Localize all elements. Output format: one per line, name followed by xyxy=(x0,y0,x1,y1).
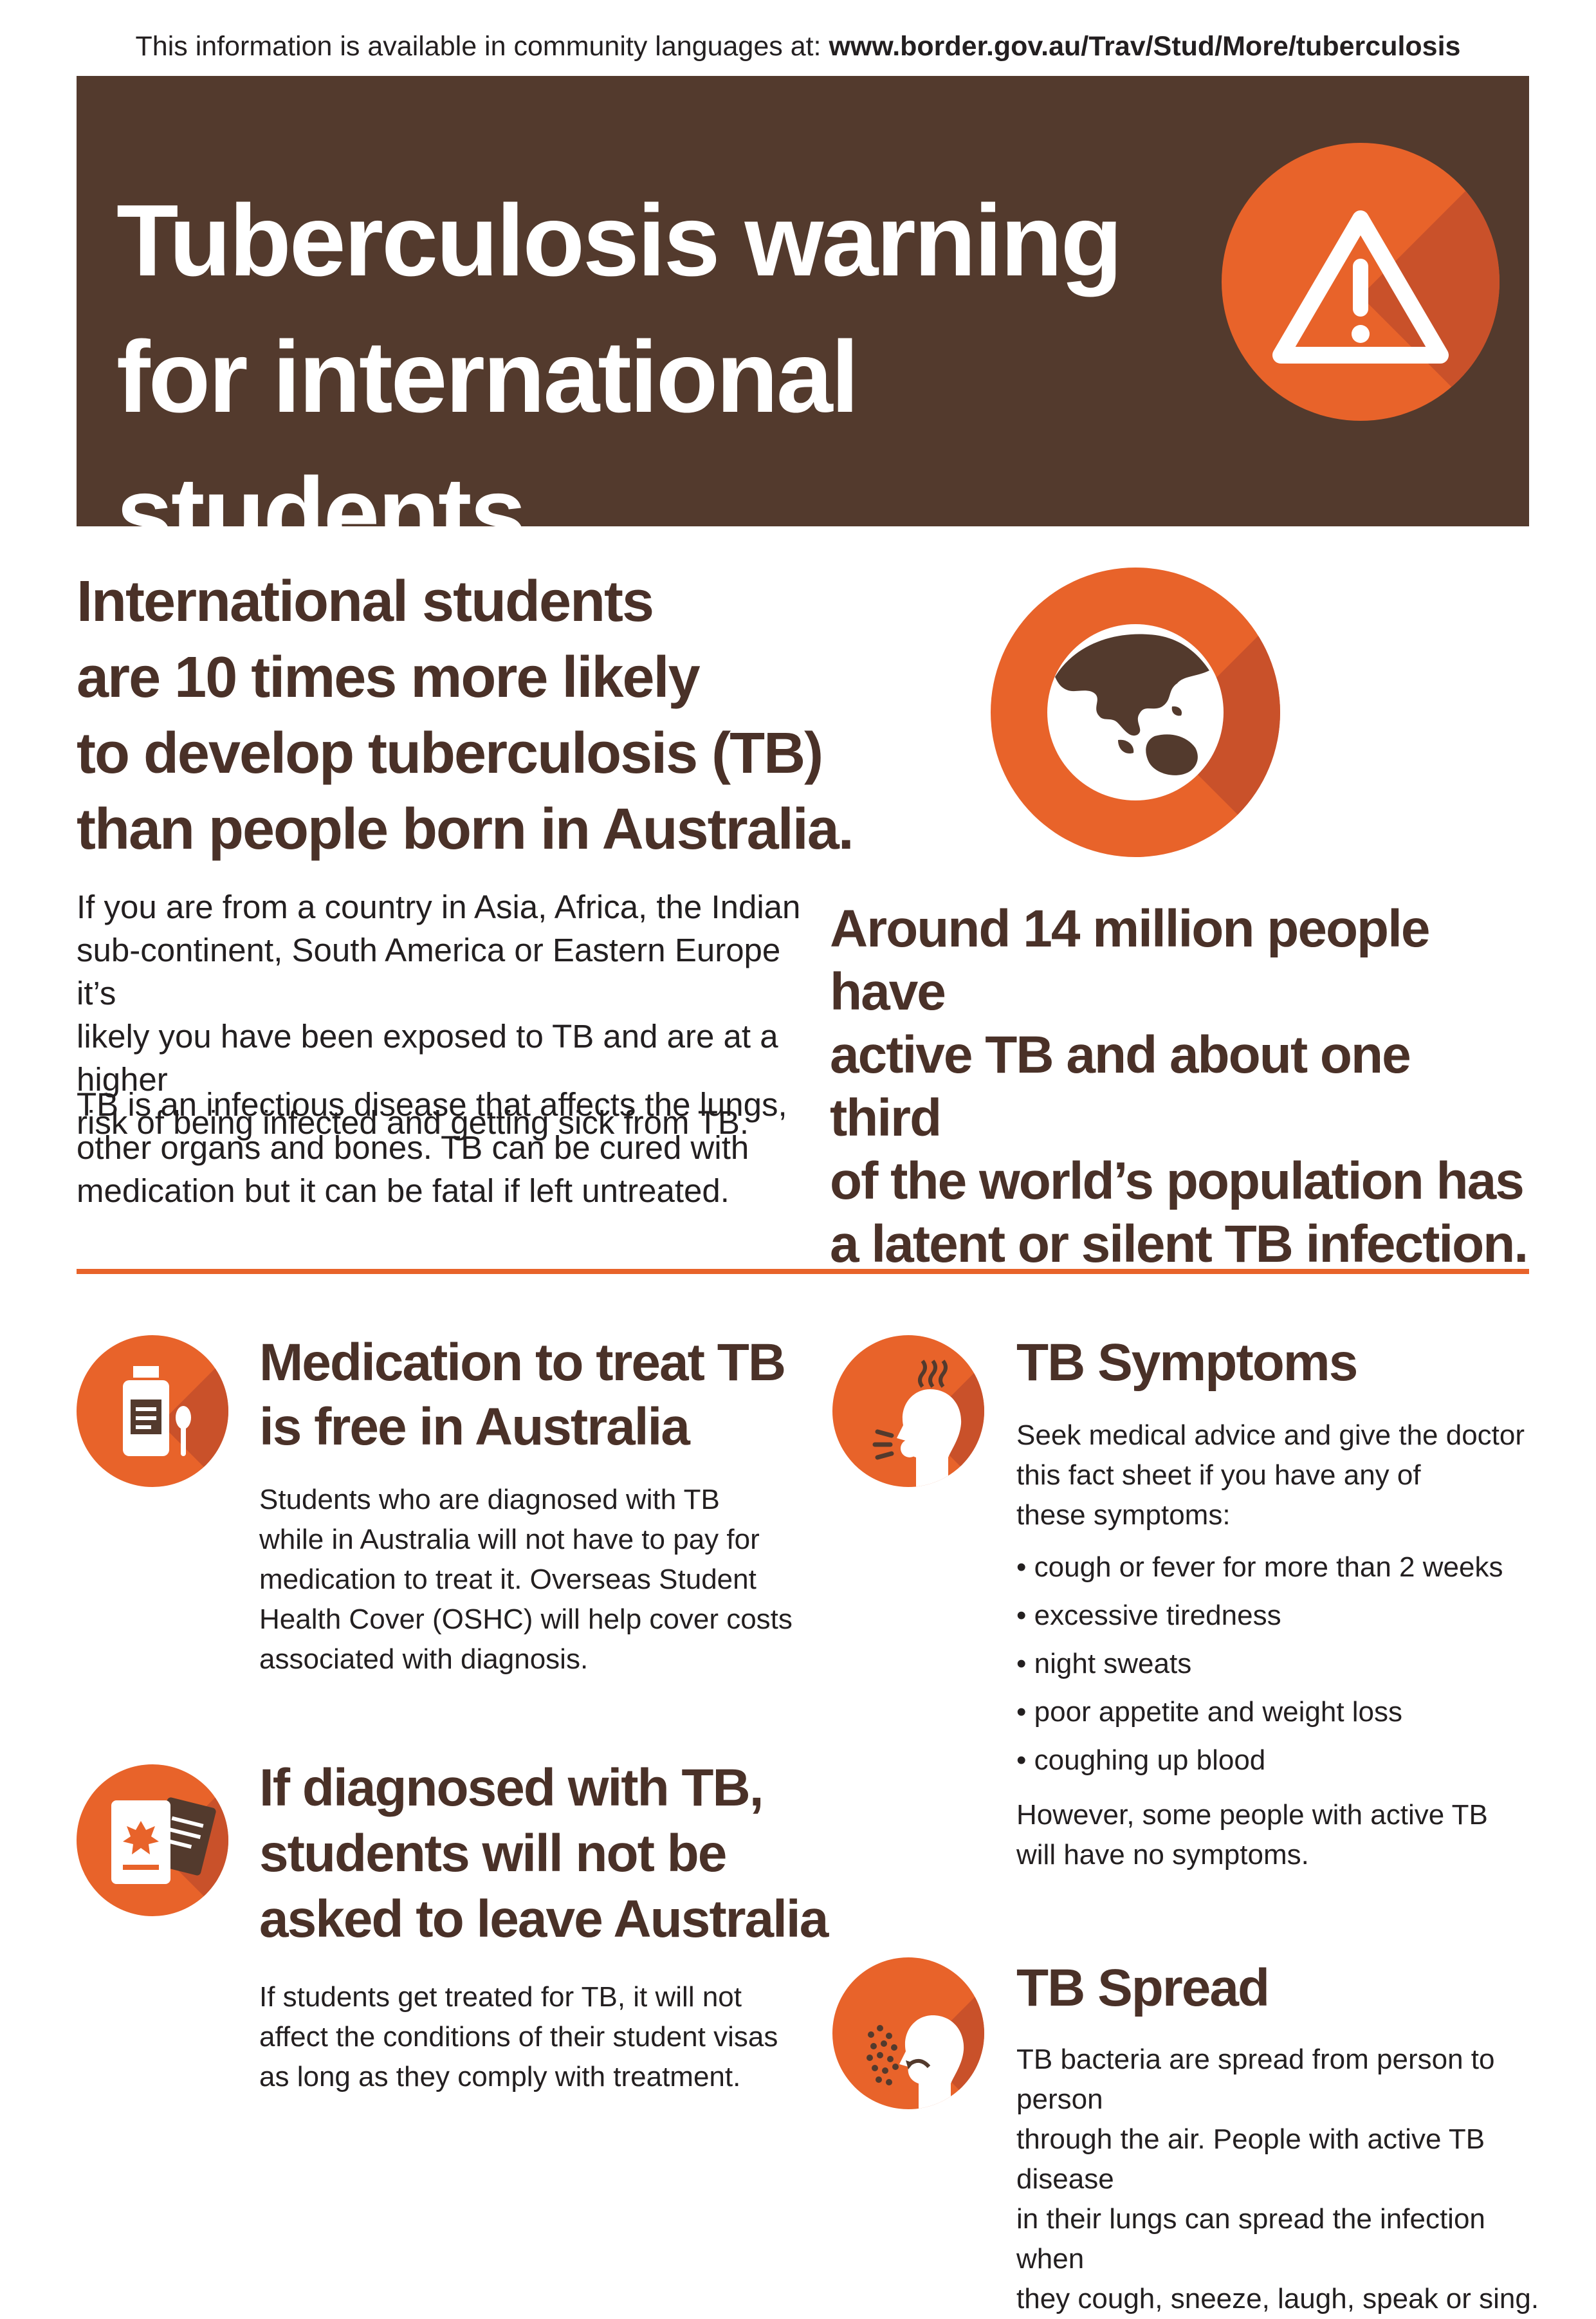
list-item: • night sweats xyxy=(1016,1648,1192,1679)
diagnosed-title-line: If diagnosed with TB, xyxy=(259,1759,764,1817)
symptoms-intro: Seek medical advice and give the doctor … xyxy=(1016,1416,1531,1535)
globe-icon xyxy=(991,568,1280,857)
warning-triangle-icon xyxy=(1222,143,1500,421)
page-title-line-2: for international students xyxy=(116,320,859,570)
intro-headline-line: International students xyxy=(77,569,654,634)
text-line: sub-continent, South America or Eastern … xyxy=(77,932,781,1012)
text-line: TB is an infectious disease that affects… xyxy=(77,1086,787,1123)
text-line: they cough, sneeze, laugh, speak or sing… xyxy=(1016,2283,1539,2314)
title-banner: Tuberculosis warning for international s… xyxy=(77,76,1529,570)
top-note: This information is available in communi… xyxy=(0,31,1596,62)
text-line: If you are from a country in Asia, Afric… xyxy=(77,889,801,925)
text-line: TB bacteria are spread from person to pe… xyxy=(1016,2044,1495,2115)
world-statement-line: active TB and about one third xyxy=(830,1026,1411,1147)
intro-headline-line: are 10 times more likely xyxy=(77,645,701,710)
section-divider xyxy=(77,1269,1529,1274)
list-item: • cough or fever for more than 2 weeks xyxy=(1016,1551,1503,1583)
text-line: in their lungs can spread the infection … xyxy=(1016,2203,1485,2275)
world-statement: Around 14 million people have active TB … xyxy=(830,898,1531,1276)
text-line: other organs and bones. TB can be cured … xyxy=(77,1129,749,1166)
text-line: Health Cover (OSHC) will help cover cost… xyxy=(259,1603,793,1635)
text-line: Seek medical advice and give the doctor xyxy=(1016,1419,1525,1451)
diagnosed-body: If students get treated for TB, it will … xyxy=(259,1977,838,2097)
text-line: these symptoms: xyxy=(1016,1499,1231,1531)
sneezing-person-icon xyxy=(832,1957,984,2109)
text-line: as long as they comply with treatment. xyxy=(259,2061,741,2093)
list-item: • coughing up blood xyxy=(1016,1744,1266,1776)
list-item: • poor appetite and weight loss xyxy=(1016,1696,1403,1728)
world-statement-line: Around 14 million people have xyxy=(830,900,1431,1021)
top-note-url[interactable]: www.border.gov.au/Trav/Stud/More/tubercu… xyxy=(829,31,1460,62)
text-line: affect the conditions of their student v… xyxy=(259,2021,778,2053)
top-note-text: This information is available in communi… xyxy=(135,31,829,62)
symptoms-title: TB Symptoms xyxy=(1016,1333,1358,1392)
intro-paragraph-2: TB is an infectious disease that affects… xyxy=(77,1083,803,1212)
text-line: associated with diagnosis. xyxy=(259,1643,589,1675)
text-line: medication to treat it. Overseas Student xyxy=(259,1564,757,1595)
medicine-bottle-icon xyxy=(77,1335,228,1487)
text-line: Students who are diagnosed with TB xyxy=(259,1484,720,1515)
text-line: However, some people with active TB xyxy=(1016,1799,1488,1831)
medication-title-line: is free in Australia xyxy=(259,1398,690,1456)
coughing-person-icon xyxy=(832,1335,984,1487)
spread-title: TB Spread xyxy=(1016,1959,1270,2017)
intro-headline: International students are 10 times more… xyxy=(77,564,887,867)
symptoms-list: • cough or fever for more than 2 weeks •… xyxy=(1016,1543,1531,1784)
diagnosed-title: If diagnosed with TB, students will not … xyxy=(259,1755,870,1952)
passport-icon xyxy=(77,1764,228,1916)
text-line: this fact sheet if you have any of xyxy=(1016,1459,1421,1491)
spread-body: TB bacteria are spread from person to pe… xyxy=(1016,2040,1544,2319)
text-line: will have no symptoms. xyxy=(1016,1839,1309,1871)
text-line: through the air. People with active TB d… xyxy=(1016,2123,1485,2195)
page-title: Tuberculosis warning for international s… xyxy=(116,172,1210,582)
symptoms-note: However, some people with active TB will… xyxy=(1016,1795,1531,1875)
list-item: • excessive tiredness xyxy=(1016,1600,1281,1631)
intro-headline-line: to develop tuberculosis (TB) xyxy=(77,721,823,786)
text-line: medication but it can be fatal if left u… xyxy=(77,1172,729,1209)
medication-body: Students who are diagnosed with TB while… xyxy=(259,1480,838,1679)
text-line: while in Australia will not have to pay … xyxy=(259,1524,760,1555)
diagnosed-title-line: students will not be xyxy=(259,1824,727,1883)
medication-title: Medication to treat TB is free in Austra… xyxy=(259,1331,838,1459)
page-title-line-1: Tuberculosis warning xyxy=(116,184,1123,297)
medication-title-line: Medication to treat TB xyxy=(259,1333,786,1392)
text-line: If students get treated for TB, it will … xyxy=(259,1981,742,2013)
intro-headline-line: than people born in Australia. xyxy=(77,797,854,862)
world-statement-line: of the world’s population has xyxy=(830,1152,1525,1210)
diagnosed-title-line: asked to leave Australia xyxy=(259,1890,829,1948)
world-statement-line: a latent or silent TB infection. xyxy=(830,1215,1528,1273)
